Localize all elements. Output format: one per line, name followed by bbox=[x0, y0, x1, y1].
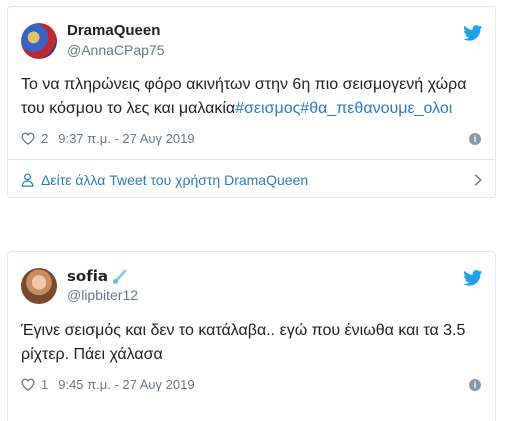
display-name-text[interactable]: 𝘀𝗼𝗳𝗶𝗮 bbox=[67, 268, 108, 285]
timestamp[interactable]: 9:37 π.μ. - 27 Αυγ 2019 bbox=[58, 131, 194, 146]
chevron-right-icon[interactable] bbox=[473, 173, 483, 187]
like-count[interactable]: 2 bbox=[41, 131, 48, 146]
twitter-bird-icon[interactable] bbox=[463, 25, 483, 41]
divider bbox=[8, 159, 495, 160]
user-icon bbox=[21, 173, 34, 187]
avatar[interactable] bbox=[21, 23, 57, 59]
heart-icon[interactable] bbox=[21, 132, 35, 145]
user-handle[interactable]: @AnnaCPap75 bbox=[67, 42, 165, 58]
more-tweets-link[interactable]: Δείτε άλλα Tweet του χρήστη DramaQueen bbox=[21, 168, 483, 192]
display-name[interactable]: 𝘀𝗼𝗳𝗶𝗮 bbox=[67, 267, 128, 285]
display-name[interactable]: DramaQueen bbox=[67, 22, 160, 39]
hashtag-link[interactable]: #σεισμος#θα_πεθανουμε_ολοι bbox=[235, 100, 452, 117]
heart-icon[interactable] bbox=[21, 378, 35, 391]
like-count[interactable]: 1 bbox=[41, 377, 48, 392]
tweet-text: Το να πληρώνεις φόρο ακινήτων στην 6η πι… bbox=[21, 73, 481, 121]
tweet-meta: 1 9:45 π.μ. - 27 Αυγ 2019 bbox=[21, 377, 195, 392]
tweet-card: DramaQueen @AnnaCPap75 Το να πληρώνεις φ… bbox=[7, 6, 496, 198]
timestamp[interactable]: 9:45 π.μ. - 27 Αυγ 2019 bbox=[58, 377, 194, 392]
user-handle[interactable]: @lipbiter12 bbox=[67, 287, 138, 303]
tweet-card: 𝘀𝗼𝗳𝗶𝗮 @lipbiter12 Έγινε σεισμός και δεν … bbox=[7, 251, 496, 421]
more-tweets-label[interactable]: Δείτε άλλα Tweet του χρήστη DramaQueen bbox=[41, 172, 308, 188]
avatar[interactable] bbox=[21, 268, 57, 304]
twitter-bird-icon[interactable] bbox=[463, 270, 483, 286]
info-icon[interactable]: i bbox=[469, 379, 481, 391]
tweet-text: Έγινε σεισμός και δεν το κατάλαβα.. εγώ … bbox=[21, 322, 466, 363]
tweet-meta: 2 9:37 π.μ. - 27 Αυγ 2019 bbox=[21, 131, 195, 146]
info-icon[interactable]: i bbox=[469, 133, 481, 145]
comet-emoji-icon bbox=[113, 269, 127, 284]
